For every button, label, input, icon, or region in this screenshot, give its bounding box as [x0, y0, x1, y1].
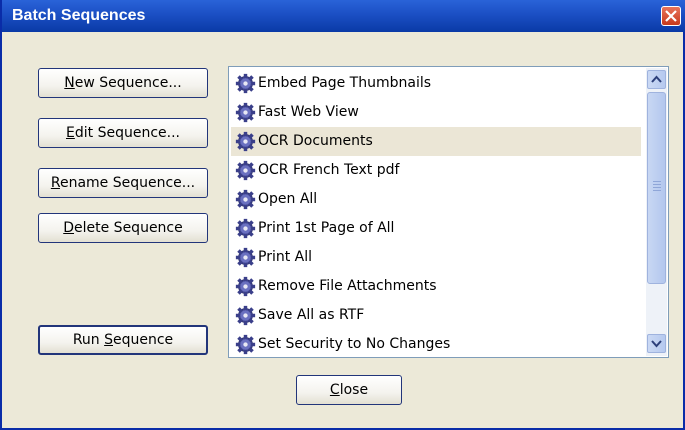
list-item-label: Print All — [258, 249, 313, 265]
rename-sequence-button[interactable]: Rename Sequence... — [38, 168, 208, 198]
gear-icon — [235, 276, 256, 297]
scroll-up-button[interactable] — [647, 70, 666, 89]
list-item[interactable]: Remove File Attachments — [231, 272, 641, 301]
list-item-label: Set Security to No Changes — [258, 336, 451, 352]
title-bar[interactable]: Batch Sequences — [2, 0, 685, 32]
batch-sequences-dialog: Batch Sequences New Sequence... Edit Seq… — [0, 0, 685, 430]
gear-icon — [235, 334, 256, 355]
run-sequence-button[interactable]: Run Sequence — [38, 325, 208, 355]
window-title: Batch Sequences — [12, 7, 146, 24]
chevron-up-icon — [651, 75, 662, 83]
gear-icon — [235, 160, 256, 181]
delete-sequence-label: elete Sequence — [74, 220, 183, 236]
list-item-label: Fast Web View — [258, 104, 359, 120]
list-item[interactable]: OCR French Text pdf — [231, 156, 641, 185]
gear-icon — [235, 305, 256, 326]
list-item-label: OCR French Text pdf — [258, 162, 400, 178]
run-sequence-accel: S — [104, 332, 113, 348]
close-button[interactable]: Close — [296, 375, 402, 405]
gear-icon — [235, 247, 256, 268]
gear-icon — [235, 218, 256, 239]
thumb-grip-line — [653, 190, 661, 191]
sequence-list[interactable]: Embed Page Thumbnails Fast Web View OCR … — [228, 66, 669, 358]
list-item[interactable]: Fast Web View — [231, 98, 641, 127]
delete-sequence-accel: D — [63, 220, 75, 236]
gear-icon — [235, 189, 256, 210]
list-item[interactable]: Print All — [231, 243, 641, 272]
list-item[interactable]: Embed Page Thumbnails — [231, 69, 641, 98]
list-item[interactable]: Open All — [231, 185, 641, 214]
new-sequence-label: ew Sequence... — [74, 75, 182, 91]
new-sequence-button[interactable]: New Sequence... — [38, 68, 208, 98]
close-label: lose — [339, 382, 369, 398]
list-item-label: Open All — [258, 191, 318, 207]
list-item[interactable]: Print 1st Page of All — [231, 214, 641, 243]
chevron-down-icon — [651, 340, 662, 348]
run-sequence-label: equence — [113, 332, 174, 348]
edit-sequence-button[interactable]: Edit Sequence... — [38, 118, 208, 148]
vertical-scrollbar[interactable] — [646, 68, 667, 356]
gear-icon — [235, 102, 256, 123]
list-item-label: Save All as RTF — [258, 307, 365, 323]
run-sequence-prefix: Run — [72, 332, 105, 348]
list-item-label: Embed Page Thumbnails — [258, 75, 432, 91]
scroll-down-button[interactable] — [647, 334, 666, 353]
rename-sequence-label: ename Sequence... — [59, 175, 196, 191]
new-sequence-accel: N — [64, 75, 75, 91]
list-item-label: Remove File Attachments — [258, 278, 437, 294]
list-item-label: Print 1st Page of All — [258, 220, 395, 236]
close-x-glyph — [665, 10, 677, 22]
list-item[interactable]: Set Security to No Changes — [231, 330, 641, 357]
list-item[interactable]: Save All as RTF — [231, 301, 641, 330]
thumb-grip-line — [653, 187, 661, 188]
delete-sequence-button[interactable]: Delete Sequence — [38, 213, 208, 243]
thumb-grip-line — [653, 184, 661, 185]
scroll-thumb[interactable] — [647, 92, 666, 284]
thumb-grip-line — [653, 181, 661, 182]
edit-sequence-accel: E — [66, 125, 75, 141]
close-x-icon[interactable] — [661, 6, 681, 26]
list-item-label: OCR Documents — [258, 133, 373, 149]
edit-sequence-label: dit Sequence... — [74, 125, 180, 141]
gear-icon — [235, 73, 256, 94]
close-accel: C — [329, 382, 340, 398]
list-item-selected[interactable]: OCR Documents — [231, 127, 641, 156]
rename-sequence-accel: R — [50, 175, 60, 191]
gear-icon — [235, 131, 256, 152]
